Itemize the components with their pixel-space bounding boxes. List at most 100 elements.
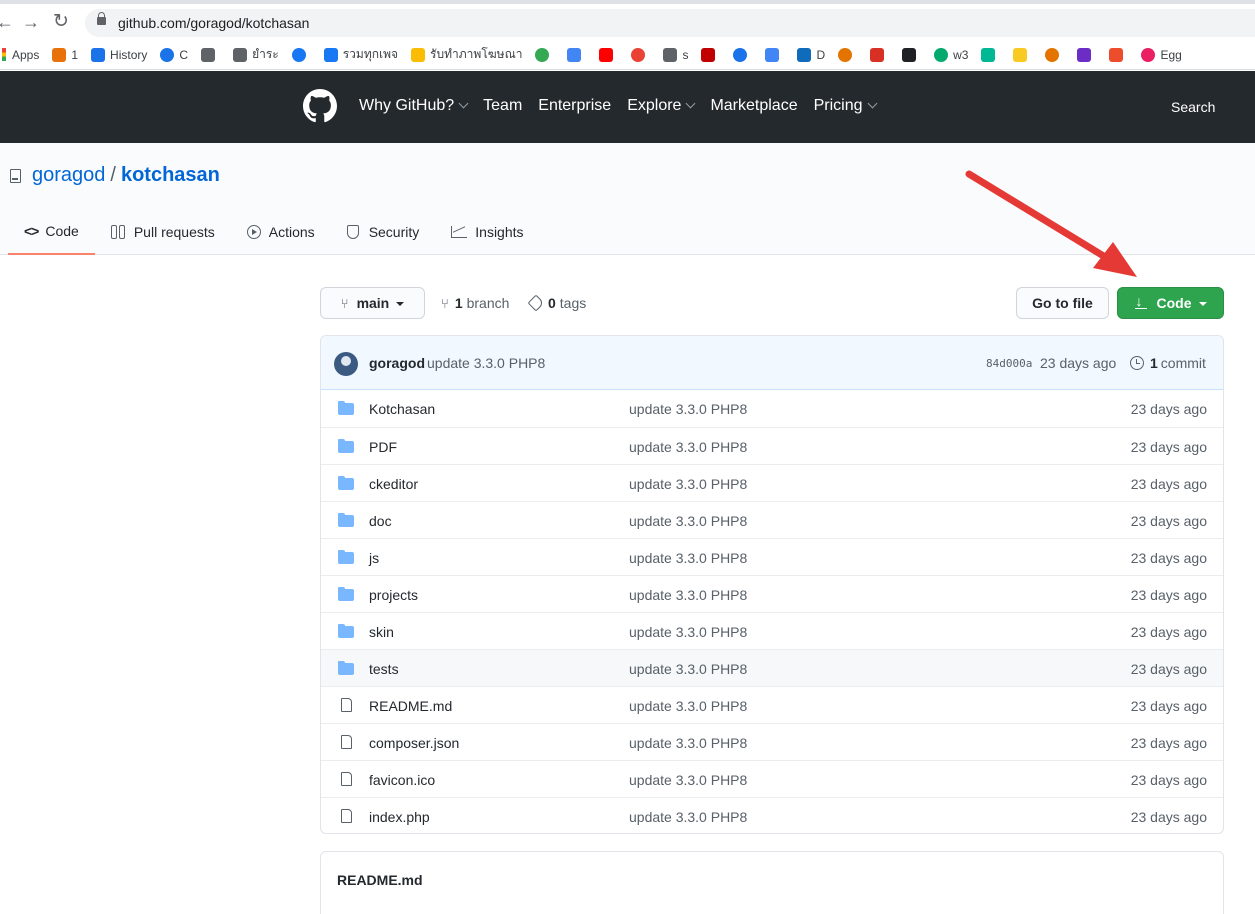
bookmark-item[interactable] [838,47,857,62]
bookmark-item[interactable] [733,47,752,62]
file-name-link[interactable]: index.php [369,809,430,825]
search-link[interactable]: Search [1171,99,1215,115]
tab-label: Insights [475,224,524,240]
bookmark-item[interactable] [701,47,720,62]
bookmark-item[interactable]: History [91,47,147,62]
file-name-link[interactable]: skin [369,624,394,640]
tab-code[interactable]: <> Code [8,209,95,255]
address-bar[interactable]: github.com/goragod/kotchasan [85,9,1255,37]
file-row[interactable]: composer.json update 3.3.0 PHP8 23 days ag… [321,723,1223,760]
bookmark-item[interactable] [535,47,554,62]
bookmark-item[interactable] [1013,47,1032,62]
file-row[interactable]: projects update 3.3.0 PHP8 23 days ago [321,575,1223,612]
nav-enterprise[interactable]: Enterprise [538,97,611,115]
github-logo-icon[interactable] [303,89,337,123]
tab-insights[interactable]: Insights [435,209,539,255]
bookmark-item[interactable]: Apps [0,48,39,62]
back-icon[interactable]: ← [0,12,14,32]
bookmark-item[interactable] [631,47,650,62]
file-age: 23 days ago [1130,698,1207,714]
file-commit-message-link[interactable]: update 3.3.0 PHP8 [629,513,747,529]
file-name-link[interactable]: Kotchasan [369,401,435,417]
bookmark-item[interactable] [981,47,1000,62]
bookmark-item[interactable] [902,47,921,62]
file-row[interactable]: doc update 3.3.0 PHP8 23 days ago [321,501,1223,538]
readme-title[interactable]: README.md [337,872,423,888]
nav-marketplace[interactable]: Marketplace [710,97,797,115]
bookmark-item[interactable] [765,47,784,62]
url-text[interactable]: github.com/goragod/kotchasan [118,15,309,31]
file-row[interactable]: PDF update 3.3.0 PHP8 23 days ago [321,427,1223,464]
commit-age: 23 days ago [1040,355,1117,371]
commit-history-link[interactable]: 1 commit [1130,355,1206,371]
bookmark-item[interactable]: C [160,47,188,62]
commit-author-link[interactable]: goragod [369,355,425,371]
file-name-link[interactable]: PDF [369,439,397,455]
bookmark-item[interactable]: ยำระ [233,45,279,64]
branches-link[interactable]: ⑂ 1 branch [441,295,509,311]
bookmark-item[interactable] [1077,47,1096,62]
repo-name-link[interactable]: kotchasan [121,164,220,187]
file-row[interactable]: index.php update 3.3.0 PHP8 23 days ago [321,797,1223,833]
file-name-link[interactable]: tests [369,661,399,677]
bookmark-item[interactable]: w3 [934,47,968,62]
file-name-link[interactable]: favicon.ico [369,772,435,788]
file-row[interactable]: README.md update 3.3.0 PHP8 23 days ago [321,686,1223,723]
tab-actions[interactable]: Actions [231,209,331,255]
bookmark-item[interactable]: 1 [52,47,78,62]
file-row[interactable]: favicon.ico update 3.3.0 PHP8 23 days ago [321,760,1223,797]
tags-link[interactable]: 0 tags [527,294,586,312]
forward-icon[interactable]: → [22,12,40,32]
go-to-file-button[interactable]: Go to file [1016,287,1109,319]
repo-owner-link[interactable]: goragod [32,164,105,187]
avatar[interactable] [334,352,358,376]
bookmark-item[interactable]: s [663,47,688,62]
file-row[interactable]: skin update 3.3.0 PHP8 23 days ago [321,612,1223,649]
commit-sha-link[interactable]: 84d000a [986,357,1032,370]
file-row[interactable]: Kotchasan update 3.3.0 PHP8 23 days ago [321,390,1223,427]
tab-pull-requests[interactable]: Pull requests [95,209,231,255]
file-name-link[interactable]: README.md [369,698,452,714]
file-name-link[interactable]: ckeditor [369,476,418,492]
bookmark-item[interactable] [201,47,220,62]
bookmark-item[interactable] [870,47,889,62]
file-commit-message-link[interactable]: update 3.3.0 PHP8 [629,401,747,417]
file-commit-message-link[interactable]: update 3.3.0 PHP8 [629,809,747,825]
file-row[interactable]: tests update 3.3.0 PHP8 23 days ago [321,649,1223,686]
file-name-link[interactable]: projects [369,587,418,603]
file-commit-message-link[interactable]: update 3.3.0 PHP8 [629,624,747,640]
bookmark-item[interactable] [1109,47,1128,62]
bookmark-item[interactable] [599,47,618,62]
file-row[interactable]: ckeditor update 3.3.0 PHP8 23 days ago [321,464,1223,501]
file-commit-message-link[interactable]: update 3.3.0 PHP8 [629,772,747,788]
bookmark-item[interactable] [1045,47,1064,62]
file-commit-message-link[interactable]: update 3.3.0 PHP8 [629,661,747,677]
file-commit-message-link[interactable]: update 3.3.0 PHP8 [629,476,747,492]
file-name-link[interactable]: js [369,550,379,566]
bookmark-item[interactable] [567,47,586,62]
tab-security[interactable]: Security [331,209,436,255]
commit-message-link[interactable]: update 3.3.0 PHP8 [427,355,545,371]
bookmark-favicon-icon [291,47,306,62]
file-commit-message-link[interactable]: update 3.3.0 PHP8 [629,587,747,603]
file-commit-message-link[interactable]: update 3.3.0 PHP8 [629,698,747,714]
nav-team[interactable]: Team [483,97,522,115]
nav-pricing[interactable]: Pricing [814,97,877,115]
file-commit-message-link[interactable]: update 3.3.0 PHP8 [629,439,747,455]
bookmark-item[interactable]: D [797,47,825,62]
branch-select-button[interactable]: ⑂ main [320,287,425,319]
bookmark-item[interactable]: รับทำภาพโฆษณา [411,45,522,64]
nav-explore[interactable]: Explore [627,97,696,115]
file-name-link[interactable]: doc [369,513,392,529]
file-commit-message-link[interactable]: update 3.3.0 PHP8 [629,550,747,566]
reload-icon[interactable]: ↻ [53,12,69,32]
file-name-link[interactable]: composer.json [369,735,459,751]
code-download-button[interactable]: Code [1117,287,1224,319]
bookmark-item[interactable] [291,47,311,62]
file-commit-message-link[interactable]: update 3.3.0 PHP8 [629,735,747,751]
bookmark-item[interactable]: รวมทุกเพจ [323,45,398,64]
bookmark-item[interactable]: Egg [1141,47,1182,62]
folder-icon [338,587,354,601]
nav-why-github[interactable]: Why GitHub? [359,97,469,115]
file-row[interactable]: js update 3.3.0 PHP8 23 days ago [321,538,1223,575]
